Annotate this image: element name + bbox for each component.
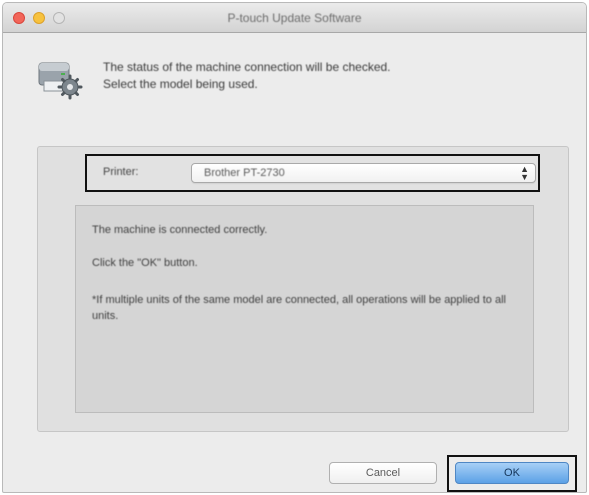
instruction-text: The status of the machine connection wil… <box>103 59 523 93</box>
ok-button-highlight: OK <box>447 455 577 492</box>
connection-panel: Printer: Brother PT-2730 ▲ ▼ The machine … <box>37 146 569 432</box>
cancel-button[interactable]: Cancel <box>329 462 437 484</box>
status-message-click-ok: Click the "OK" button. <box>92 257 198 269</box>
instruction-line-2: Select the model being used. <box>103 77 258 91</box>
status-message-multiple-units: *If multiple units of the same model are… <box>92 294 506 322</box>
title-bar[interactable]: P-touch Update Software <box>3 3 586 33</box>
printer-select[interactable]: Brother PT-2730 ▲ ▼ <box>191 163 536 183</box>
window-title: P-touch Update Software <box>227 11 362 25</box>
printer-label: Printer: <box>103 166 139 178</box>
ok-button[interactable]: OK <box>455 462 569 484</box>
printer-selection-highlight: Printer: Brother PT-2730 ▲ ▼ <box>85 154 540 192</box>
status-message-box: The machine is connected correctly. Clic… <box>75 205 534 413</box>
printer-gear-icon <box>36 53 86 103</box>
printer-select-value: Brother PT-2730 <box>204 167 285 179</box>
instruction-line-1: The status of the machine connection wil… <box>103 60 391 74</box>
updown-arrows-icon: ▲ ▼ <box>520 164 529 182</box>
update-software-window: P-touch Update Software The status of th… <box>2 2 587 493</box>
status-message-connected: The machine is connected correctly. <box>92 224 268 236</box>
